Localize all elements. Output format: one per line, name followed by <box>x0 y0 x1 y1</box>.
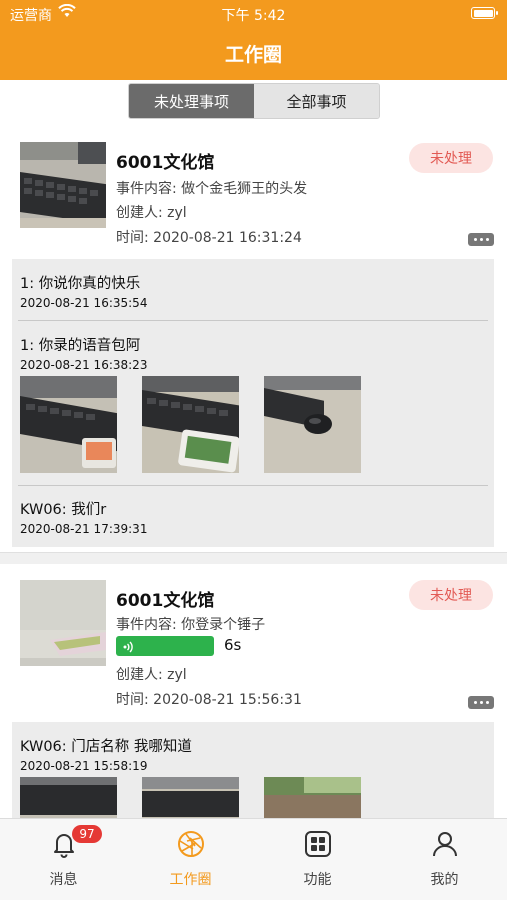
voice-duration: 6s <box>224 636 242 654</box>
tab-label: 功能 <box>303 872 332 888</box>
voice-message[interactable] <box>116 636 214 656</box>
reply-text: KW06: 我们r <box>20 502 107 518</box>
tab-label: 我的 <box>430 872 459 888</box>
reply-time: 2020-08-21 16:38:23 <box>20 358 148 372</box>
event-title: 6001文化馆 <box>116 153 215 173</box>
divider <box>18 320 488 321</box>
nav-bar: 工作圈 <box>0 28 507 80</box>
event-creator: 创建人: zyl <box>116 667 187 683</box>
tab-pending[interactable]: 未处理事项 <box>129 84 254 118</box>
reply-time: 2020-08-21 15:58:19 <box>20 759 148 773</box>
tab-messages[interactable]: 97 消息 <box>0 819 127 900</box>
event-time: 时间: 2020-08-21 16:31:24 <box>116 230 302 246</box>
clock: 下午 5:42 <box>221 8 286 24</box>
grid-icon <box>303 829 333 859</box>
event-creator: 创建人: zyl <box>116 205 187 221</box>
tab-work-circle[interactable]: 工作圈 <box>127 819 254 900</box>
tab-mine[interactable]: 我的 <box>381 819 507 900</box>
card-separator <box>0 552 507 564</box>
battery-icon <box>471 7 498 19</box>
reply-time: 2020-08-21 16:35:54 <box>20 296 148 310</box>
reply-photo[interactable] <box>20 777 117 818</box>
tab-all[interactable]: 全部事项 <box>254 84 379 118</box>
reply-photo[interactable] <box>20 376 117 473</box>
reply-text: KW06: 门店名称 我哪知道 <box>20 739 192 755</box>
event-title: 6001文化馆 <box>116 591 215 611</box>
event-content: 事件内容: 做个金毛狮王的头发 <box>116 181 308 197</box>
reply-text: 1: 你录的语音包阿 <box>20 338 141 354</box>
reply-photo[interactable] <box>264 777 361 818</box>
tab-label: 消息 <box>49 872 78 888</box>
status-badge: 未处理 <box>409 143 493 173</box>
tab-bar: 97 消息 工作圈 功能 我的 <box>0 818 507 900</box>
event-photo[interactable] <box>20 142 106 228</box>
unread-count-badge: 97 <box>72 825 102 843</box>
reply-text: 1: 你说你真的快乐 <box>20 276 141 292</box>
voice-icon <box>122 639 136 658</box>
more-icon[interactable] <box>468 696 494 709</box>
reply-time: 2020-08-21 17:39:31 <box>20 522 148 536</box>
event-content: 事件内容: 你登录个锤子 <box>116 617 266 633</box>
reply-photo[interactable] <box>142 376 239 473</box>
status-bar: 运营商 下午 5:42 <box>0 0 507 28</box>
divider <box>18 485 488 486</box>
more-icon[interactable] <box>468 233 494 246</box>
event-photo[interactable] <box>20 580 106 666</box>
status-badge: 未处理 <box>409 580 493 610</box>
page-title: 工作圈 <box>224 44 282 66</box>
event-time: 时间: 2020-08-21 15:56:31 <box>116 692 302 708</box>
tab-label: 工作圈 <box>169 872 212 888</box>
filter-segment: 未处理事项 全部事项 <box>128 83 380 119</box>
reply-photo[interactable] <box>264 376 361 473</box>
aperture-icon <box>176 829 206 859</box>
reply-photo[interactable] <box>142 777 239 818</box>
person-icon <box>430 829 460 859</box>
tab-functions[interactable]: 功能 <box>254 819 381 900</box>
